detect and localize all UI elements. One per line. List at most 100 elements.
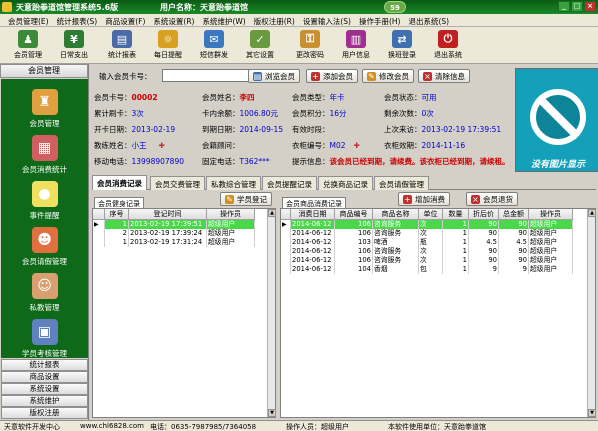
edit-member-button[interactable]: ✎ 修改会员: [362, 69, 414, 83]
table-cell[interactable]: 2014-06-12: [291, 265, 335, 274]
column-header[interactable]: 消费日期: [291, 209, 335, 220]
column-header[interactable]: 操作员: [207, 209, 255, 220]
column-header[interactable]: 单位: [419, 209, 443, 220]
column-header[interactable]: 总金额: [499, 209, 529, 220]
menu-maintenance[interactable]: 系统维护(W): [198, 14, 249, 26]
row-indicator[interactable]: ▶: [281, 220, 291, 229]
row-indicator[interactable]: [93, 238, 105, 247]
table-cell[interactable]: 90: [469, 220, 499, 229]
table-cell[interactable]: 超级用户: [529, 265, 573, 274]
table-cell[interactable]: 90: [499, 220, 529, 229]
sidebar-item-coach-manage[interactable]: ☺ 私教管理: [1, 269, 88, 319]
table-cell[interactable]: 次: [419, 220, 443, 229]
table-cell[interactable]: 超级用户: [207, 229, 255, 238]
sidebar-item-consume-stats[interactable]: ▦ 会员消费统计: [1, 131, 88, 181]
table-cell[interactable]: 1: [443, 229, 469, 238]
toolbar-password-button[interactable]: ⚿ 更改密码: [288, 29, 332, 62]
table-cell[interactable]: 90: [469, 247, 499, 256]
row-indicator[interactable]: [281, 256, 291, 265]
table-cell[interactable]: 1: [443, 256, 469, 265]
table-cell[interactable]: 2013-02-19 17:31:24: [129, 238, 207, 247]
tab-exchange[interactable]: 兑换商品记录: [318, 176, 373, 190]
card-number-input[interactable]: [162, 69, 252, 82]
table-cell[interactable]: 106: [335, 247, 373, 256]
table-cell[interactable]: 90: [499, 247, 529, 256]
table-cell[interactable]: 2014-06-12: [291, 256, 335, 265]
goods-record-tab[interactable]: 会员商品消费记录: [282, 197, 346, 208]
table-cell[interactable]: 2014-06-12: [291, 220, 335, 229]
menu-goods[interactable]: 商品设置(F): [101, 14, 149, 26]
table-cell[interactable]: 超级用户: [529, 256, 573, 265]
sidebar-item-member-manage[interactable]: ♜ 会员管理: [1, 85, 88, 135]
tab-leave[interactable]: 会员请假管理: [374, 176, 429, 190]
table-cell[interactable]: 包: [419, 265, 443, 274]
toolbar-expense-button[interactable]: ¥ 日常支出: [52, 29, 96, 62]
browse-member-button[interactable]: ▤ 浏览会员: [248, 69, 300, 83]
table-cell[interactable]: 瓶: [419, 238, 443, 247]
tab-payment[interactable]: 会员交费管理: [150, 176, 205, 190]
register-student-button[interactable]: ✎ 学员登记: [220, 192, 272, 206]
scroll-up-icon[interactable]: ▲: [268, 209, 276, 217]
table-cell[interactable]: 超级用户: [529, 238, 573, 247]
tab-consume-records[interactable]: 会员消费记录: [92, 175, 147, 190]
tab-coach[interactable]: 私教综合管理: [206, 176, 261, 190]
fitness-record-tab[interactable]: 会员健身记录: [94, 197, 144, 208]
maximize-button[interactable]: □: [571, 1, 583, 12]
table-cell[interactable]: 1: [443, 238, 469, 247]
sidebar-cat-maintenance[interactable]: 系统维护: [1, 395, 88, 407]
table-cell[interactable]: 9: [499, 265, 529, 274]
toolbar-shift-login-button[interactable]: ⇄ 换班登录: [380, 29, 424, 62]
table-cell[interactable]: 超级用户: [529, 220, 573, 229]
toolbar-exit-button[interactable]: ⏻ 退出系统: [426, 29, 470, 62]
table-cell[interactable]: 1: [443, 220, 469, 229]
table-cell[interactable]: 超级用户: [207, 220, 255, 229]
locker-add-icon[interactable]: ✚: [354, 141, 360, 150]
right-scrollbar[interactable]: ▲ ▼: [587, 209, 596, 417]
scroll-up-icon[interactable]: ▲: [588, 209, 596, 217]
table-cell[interactable]: 超级用户: [207, 238, 255, 247]
menu-license[interactable]: 版权注册(R): [250, 14, 299, 26]
coach-add-icon[interactable]: ✚: [159, 141, 165, 150]
column-header[interactable]: 数量: [443, 209, 469, 220]
toolbar-reminder-button[interactable]: ☼ 每日提醒: [146, 29, 190, 62]
table-cell[interactable]: 90: [499, 229, 529, 238]
menu-manual[interactable]: 操作手册(H): [355, 14, 405, 26]
table-cell[interactable]: 4.5: [499, 238, 529, 247]
table-cell[interactable]: 咨询服务: [373, 220, 419, 229]
menu-reports[interactable]: 统计报表(S): [53, 14, 102, 26]
table-cell[interactable]: 106: [335, 256, 373, 265]
sidebar-cat-license[interactable]: 版权注册: [1, 407, 88, 419]
table-cell[interactable]: 90: [469, 256, 499, 265]
row-indicator[interactable]: [93, 229, 105, 238]
row-indicator[interactable]: [281, 238, 291, 247]
table-cell[interactable]: 咨询服务: [373, 256, 419, 265]
table-cell[interactable]: 超级用户: [529, 229, 573, 238]
column-header[interactable]: 商品名称: [373, 209, 419, 220]
table-cell[interactable]: 香烟: [373, 265, 419, 274]
tab-reminders[interactable]: 会员提醒记录: [262, 176, 317, 190]
table-cell[interactable]: 次: [419, 229, 443, 238]
table-cell[interactable]: 次: [419, 247, 443, 256]
table-cell[interactable]: 106: [335, 229, 373, 238]
table-cell[interactable]: 1: [105, 238, 129, 247]
table-cell[interactable]: 90: [499, 256, 529, 265]
return-goods-button[interactable]: × 会员退货: [466, 192, 518, 206]
table-cell[interactable]: 2: [105, 229, 129, 238]
menu-exit[interactable]: 退出系统(S): [404, 14, 453, 26]
clear-info-button[interactable]: × 清除信息: [418, 69, 470, 83]
row-indicator[interactable]: [281, 229, 291, 238]
sidebar-cat-goods[interactable]: 商品设置: [1, 371, 88, 383]
table-cell[interactable]: 2014-06-12: [291, 247, 335, 256]
add-member-button[interactable]: + 添加会员: [306, 69, 358, 83]
toolbar-settings-button[interactable]: ✓ 其它设置: [238, 29, 282, 62]
table-cell[interactable]: 咨询服务: [373, 229, 419, 238]
close-button[interactable]: ×: [584, 1, 596, 12]
table-cell[interactable]: 超级用户: [529, 247, 573, 256]
table-cell[interactable]: 1: [105, 220, 129, 229]
table-cell[interactable]: 104: [335, 265, 373, 274]
toolbar-report-button[interactable]: ▤ 统计报表: [100, 29, 144, 62]
sidebar-item-leave-manage[interactable]: ☻ 会员请假管理: [1, 223, 88, 273]
row-indicator[interactable]: [281, 247, 291, 256]
scroll-down-icon[interactable]: ▼: [588, 409, 596, 417]
column-header[interactable]: 折后价: [469, 209, 499, 220]
